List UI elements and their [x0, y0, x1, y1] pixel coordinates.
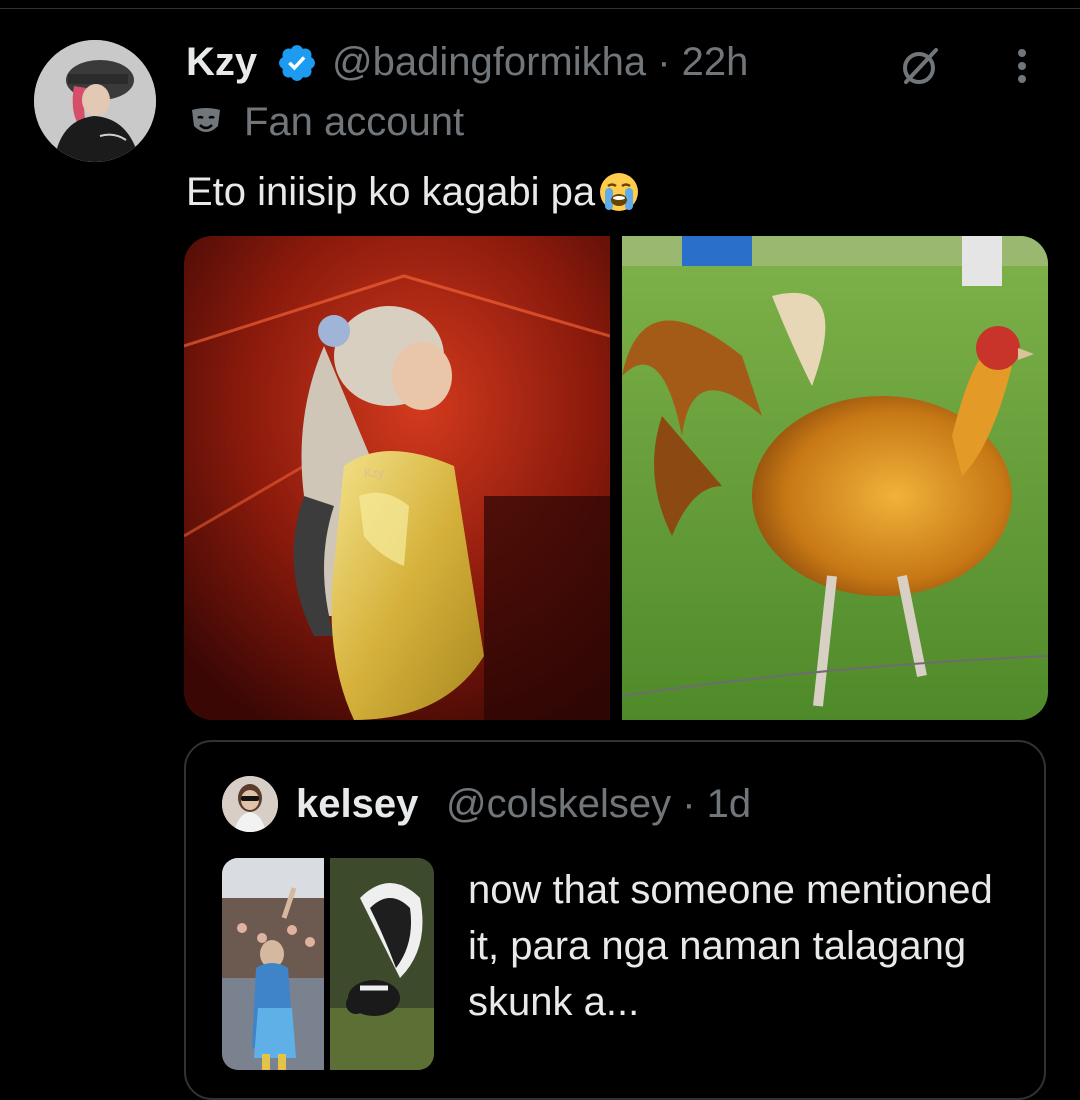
quoted-display-name[interactable]: kelsey — [296, 782, 418, 826]
account-label[interactable]: Fan account — [188, 100, 464, 144]
verified-badge-icon — [279, 45, 315, 81]
label-text: Fan account — [244, 100, 465, 144]
top-divider — [0, 8, 1080, 9]
author-display-name[interactable]: Kzy — [186, 40, 257, 84]
tweet-media[interactable]: Kzy — [184, 236, 1048, 720]
tweet-text: Eto iniisip ko kagabi pa — [186, 168, 641, 216]
quoted-author-avatar[interactable] — [222, 776, 278, 832]
loudly-crying-face-icon — [600, 173, 639, 211]
quoted-tweet[interactable]: kelsey @colskelsey · 1d now that someone… — [184, 740, 1046, 1100]
author-avatar[interactable] — [34, 40, 156, 162]
quoted-tweet-text: now that someone mentioned it, para nga … — [468, 868, 993, 1024]
quoted-skunk-photo[interactable] — [330, 858, 434, 1070]
rooster-photo[interactable] — [622, 236, 1048, 720]
theater-mask-icon — [192, 108, 220, 132]
tweet-text-content: Eto iniisip ko kagabi pa — [186, 170, 596, 214]
more-icon[interactable] — [1000, 44, 1044, 88]
performer-photo[interactable]: Kzy — [184, 236, 610, 720]
grok-icon[interactable] — [898, 44, 942, 88]
media-watermark: Kzy — [364, 466, 385, 480]
quoted-media[interactable] — [222, 858, 434, 1070]
quoted-performer-photo[interactable] — [222, 858, 324, 1070]
author-handle-time[interactable]: @badingformikha · 22h — [332, 40, 748, 84]
quoted-handle-time[interactable]: @colskelsey · 1d — [446, 782, 751, 826]
